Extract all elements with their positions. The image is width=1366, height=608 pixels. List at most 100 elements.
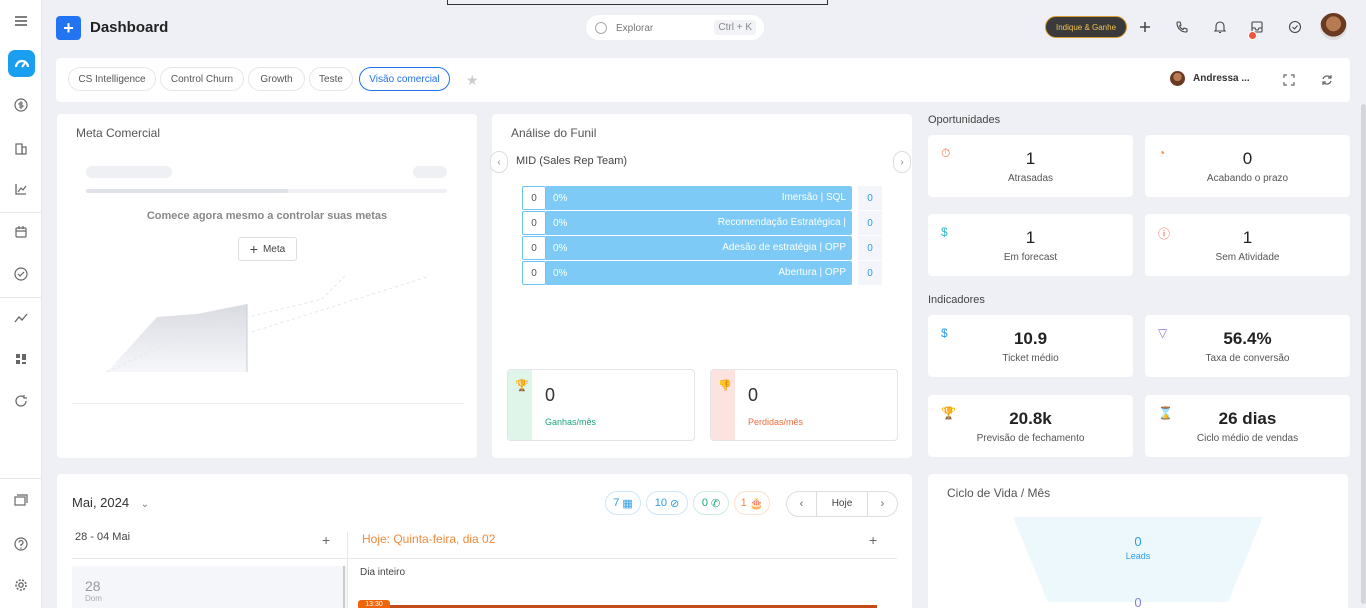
stage-count: 0 <box>522 211 546 235</box>
stat-card[interactable]: ⓘ 1 Sem Atividade <box>1145 214 1350 276</box>
widgets-icon[interactable] <box>13 351 29 367</box>
stage-count: 0 <box>522 261 546 285</box>
plus-icon[interactable] <box>1137 19 1153 35</box>
stat-card[interactable]: $ 1 Em forecast <box>928 214 1133 276</box>
next-team-button[interactable]: › <box>893 151 911 173</box>
stat-label: Atrasadas <box>1007 173 1054 184</box>
chart-icon[interactable] <box>13 181 29 197</box>
stat-card[interactable]: ◔ 0 Acabando o prazo <box>1145 135 1350 197</box>
add-week-event-icon[interactable]: + <box>322 532 330 548</box>
dollar-icon[interactable] <box>13 97 29 113</box>
add-day-event-icon[interactable]: + <box>869 532 877 548</box>
check-icon: ⊘ <box>670 497 680 510</box>
refresh-icon[interactable] <box>1320 73 1334 87</box>
stage-bar: 0% Adesão de estratégia | OPP <box>546 236 852 260</box>
birthdays-chip[interactable]: 1 🎂 <box>734 491 770 515</box>
day-number: 28 <box>85 578 101 594</box>
check-circle-icon[interactable] <box>13 266 29 282</box>
help-icon[interactable] <box>13 536 29 552</box>
funnel-stage[interactable]: 0 0% Adesão de estratégia | OPP 0 <box>522 236 882 260</box>
stage-value: 0 <box>858 236 882 260</box>
stage-pct: 0% <box>553 193 568 204</box>
prev-team-button[interactable]: ‹ <box>490 151 508 173</box>
stat-card[interactable]: ▽ 56.4% Taxa de conversão <box>1145 315 1350 377</box>
won-card[interactable]: 🏆 0 Ganhas/mês <box>507 369 695 441</box>
stat-value: 20.8k <box>1009 409 1052 428</box>
page-scrollbar[interactable] <box>1361 104 1366 604</box>
all-day-label: Dia inteiro <box>360 567 406 578</box>
events-chip[interactable]: 7 ▦ <box>605 491 641 515</box>
stat-card[interactable]: 🏆 20.8k Previsão de fechamento <box>928 395 1133 457</box>
stat-label: Em forecast <box>1003 252 1058 263</box>
cards-icon[interactable] <box>13 492 29 508</box>
day-cell[interactable]: 28 Dom <box>72 566 347 608</box>
fullscreen-icon[interactable] <box>1282 73 1296 87</box>
plus-icon: + <box>249 241 258 257</box>
lost-card[interactable]: 👎 0 Perdidas/mês <box>710 369 898 441</box>
tab-teste[interactable]: Teste <box>309 67 353 91</box>
ciclo-vida-card: Ciclo de Vida / Mês 0 Leads 0 <box>928 474 1348 608</box>
user-avatar[interactable] <box>1320 13 1347 40</box>
stage-bar: 0% Imersão | SQL <box>546 186 852 210</box>
tab-control-churn[interactable]: Control Churn <box>160 67 244 91</box>
skeleton-bar <box>413 166 447 178</box>
gift-icon: 🎂 <box>749 497 764 510</box>
menu-icon[interactable] <box>13 13 29 29</box>
trend-icon[interactable] <box>13 310 29 326</box>
sidebar <box>0 0 42 608</box>
stage-label: Recomendação Estratégica | <box>717 217 846 228</box>
funnel-stage[interactable]: 0 0% Recomendação Estratégica | 0 <box>522 211 882 235</box>
tab-visao-comercial[interactable]: Visão comercial <box>359 67 450 91</box>
compass-icon <box>595 22 607 34</box>
stat-label: Ticket médio <box>1002 353 1059 364</box>
column-divider <box>347 532 348 608</box>
month-label: Mai, 2024 <box>72 495 130 510</box>
skeleton-bar <box>86 166 172 178</box>
tasks-chip[interactable]: 10 ⊘ <box>646 491 688 515</box>
user-chip[interactable]: Andressa ... <box>1170 71 1250 86</box>
bell-icon[interactable] <box>1212 19 1228 35</box>
app-logo[interactable] <box>8 50 35 77</box>
funnel-stage[interactable]: 0 0% Abertura | OPP 0 <box>522 261 882 285</box>
stat-card[interactable]: $ 10.9 Ticket médio <box>928 315 1133 377</box>
search-shortcut: Ctrl + K <box>714 20 756 35</box>
tab-cs-intelligence[interactable]: CS Intelligence <box>68 67 156 91</box>
tab-growth[interactable]: Growth <box>248 67 305 91</box>
calendar-icon: ▦ <box>622 497 633 510</box>
card-title: Meta Comercial <box>76 126 161 140</box>
event-time-badge[interactable]: 13:30 <box>358 600 390 608</box>
progress-fill <box>86 189 288 193</box>
top-bar: + Dashboard Explorar Ctrl + K Indique & … <box>42 0 1366 56</box>
today-title: Hoje: Quinta-feira, dia 02 <box>362 532 496 546</box>
stat-card[interactable]: ⏱ 1 Atrasadas <box>928 135 1133 197</box>
prev-week-button[interactable]: ‹ <box>787 492 817 516</box>
today-button[interactable]: Hoje <box>817 498 867 509</box>
calls-chip[interactable]: 0 ✆ <box>693 491 729 515</box>
won-value: 0 <box>545 385 556 405</box>
phone-icon[interactable] <box>1174 19 1190 35</box>
lost-value: 0 <box>748 385 759 405</box>
funnel-stage[interactable]: 0 0% Imersão | SQL 0 <box>522 186 882 210</box>
calendar-month[interactable]: Mai, 2024 ⌄ <box>72 495 149 510</box>
task-check-icon[interactable] <box>1287 19 1303 35</box>
promo-button[interactable]: Indique & Ganhe <box>1045 16 1127 38</box>
stat-card[interactable]: ⌛ 26 dias Ciclo médio de vendas <box>1145 395 1350 457</box>
add-meta-button[interactable]: + Meta <box>238 237 297 261</box>
calendar-nav: ‹ Hoje › <box>786 491 898 517</box>
chip-value: 7 <box>613 497 620 509</box>
calendar-icon[interactable] <box>13 224 29 240</box>
next-week-button[interactable]: › <box>867 492 897 516</box>
stat-value: 0 <box>1242 149 1253 168</box>
search-box[interactable]: Explorar Ctrl + K <box>585 14 765 41</box>
building-icon[interactable] <box>13 140 29 156</box>
star-icon[interactable]: ★ <box>466 72 479 89</box>
user-mini-avatar <box>1170 71 1185 86</box>
gear-icon[interactable] <box>13 577 29 593</box>
refresh-dollar-icon[interactable] <box>13 393 29 409</box>
add-button[interactable]: + <box>56 16 81 40</box>
dashboard-tabs: CS Intelligence Control Churn Growth Tes… <box>56 58 1350 102</box>
stat-label: Sem Atividade <box>1215 252 1280 263</box>
stat-value: 10.9 <box>1013 329 1048 348</box>
card-title: Análise do Funil <box>511 126 597 140</box>
week-range: 28 - 04 Mai <box>75 531 131 543</box>
